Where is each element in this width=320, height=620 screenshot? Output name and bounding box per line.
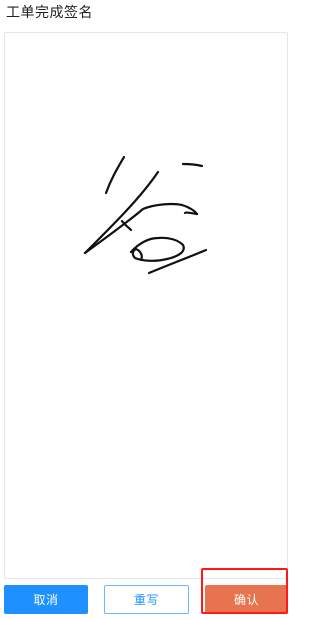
confirm-button[interactable]: 确认: [205, 585, 288, 614]
signature-stroke: [104, 155, 126, 195]
signature-stroke: [83, 202, 199, 255]
signature-stroke: [181, 162, 204, 168]
signature-pad[interactable]: [4, 32, 288, 579]
signature-stroke: [129, 236, 185, 262]
signature-strokes: [83, 155, 208, 275]
rewrite-button[interactable]: 重写: [104, 585, 189, 614]
cancel-button[interactable]: 取消: [4, 585, 88, 614]
page-title: 工单完成签名: [6, 5, 93, 21]
